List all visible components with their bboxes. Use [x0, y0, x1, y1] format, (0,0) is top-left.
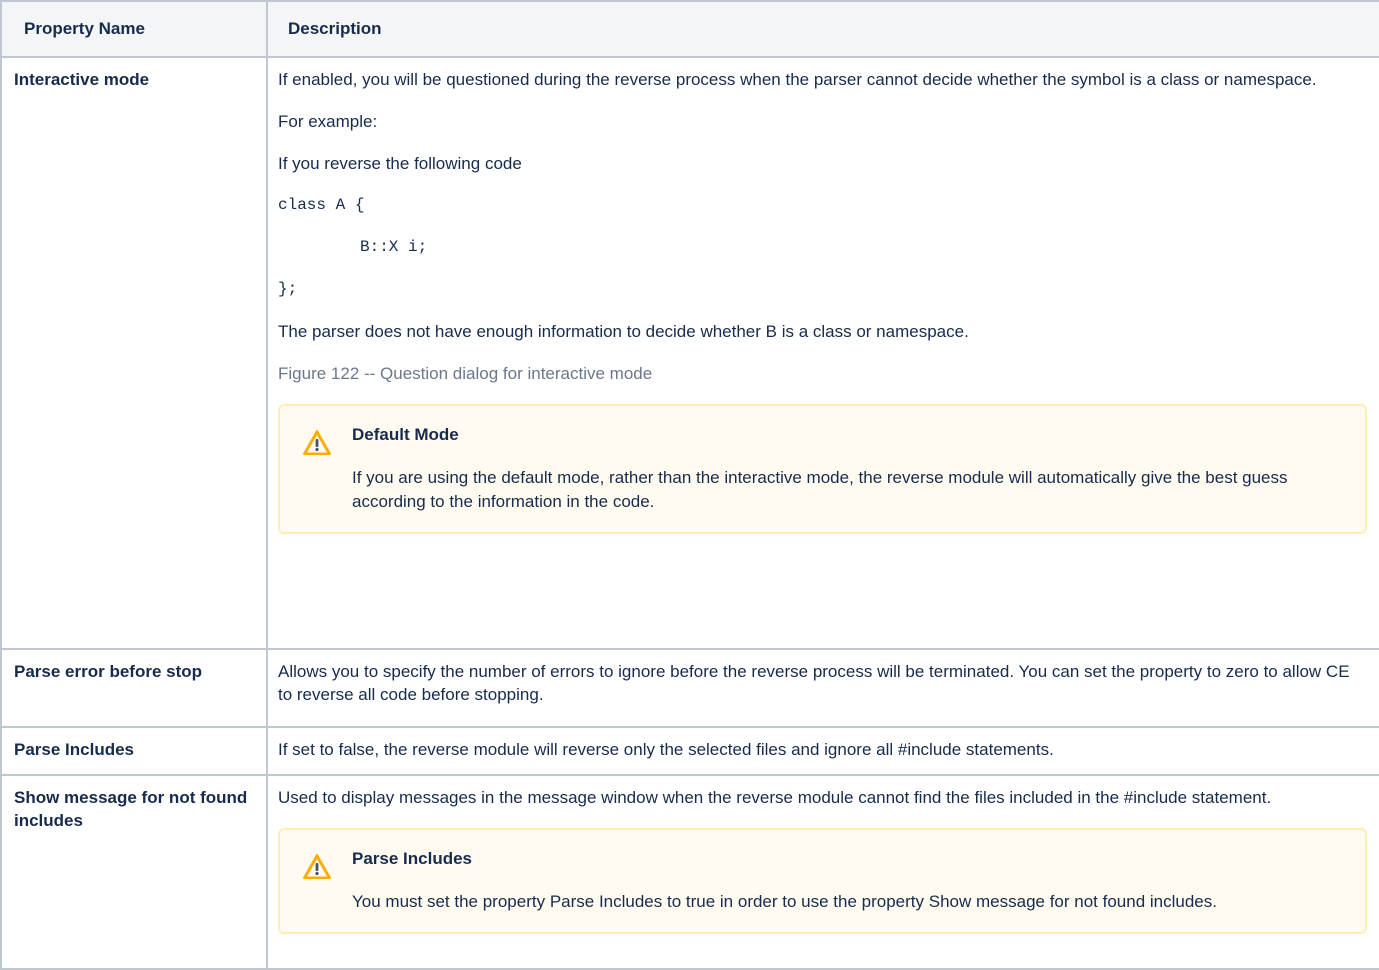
note-body: If you are using the default mode, rathe… [352, 468, 1288, 511]
description-text: If set to false, the reverse module will… [278, 740, 1054, 759]
table-row: Interactive mode If enabled, you will be… [0, 56, 1379, 650]
column-header-property-name: Property Name [0, 0, 268, 58]
warning-icon [303, 854, 331, 879]
code-line: class A { [278, 196, 365, 214]
code-line: B::X i; [360, 238, 428, 256]
warning-note-parse-includes: Parse Includes You must set the property… [278, 828, 1367, 934]
note-title: Parse Includes [352, 849, 473, 868]
property-name-interactive-mode: Interactive mode [0, 56, 268, 650]
warning-icon [303, 430, 331, 455]
table-row: Parse Includes If set to false, the reve… [0, 726, 1379, 776]
example-label: For example: [278, 112, 378, 131]
warning-note-default-mode: Default Mode If you are using the defaul… [278, 404, 1367, 534]
property-description: If enabled, you will be questioned durin… [266, 56, 1379, 650]
description-text: If enabled, you will be questioned durin… [278, 70, 1317, 89]
description-text: Used to display messages in the message … [278, 788, 1272, 807]
explanation-text: The parser does not have enough informat… [278, 322, 969, 341]
property-name-parse-error: Parse error before stop [0, 648, 268, 728]
note-body: You must set the property Parse Includes… [352, 892, 1217, 911]
property-name-show-message: Show message for not found includes [0, 774, 268, 970]
column-header-description: Description [266, 0, 1379, 58]
property-description: If set to false, the reverse module will… [266, 726, 1379, 776]
reverse-code-intro: If you reverse the following code [278, 154, 522, 173]
code-line: }; [278, 280, 298, 298]
figure-caption: Figure 122 -- Question dialog for intera… [278, 364, 653, 383]
property-description: Allows you to specify the number of erro… [266, 648, 1379, 728]
property-table: Property Name Description Interactive mo… [0, 0, 1379, 970]
property-name-parse-includes: Parse Includes [0, 726, 268, 776]
description-text: Allows you to specify the number of erro… [278, 662, 1350, 704]
table-row: Parse error before stop Allows you to sp… [0, 648, 1379, 728]
table-row: Show message for not found includes Used… [0, 774, 1379, 970]
note-title: Default Mode [352, 425, 459, 444]
table-header-row: Property Name Description [0, 0, 1379, 58]
property-description: Used to display messages in the message … [266, 774, 1379, 970]
